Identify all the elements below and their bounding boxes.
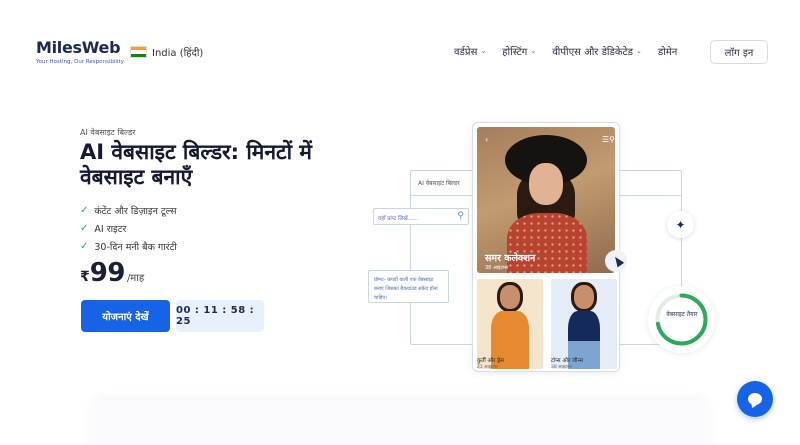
chevron-down-icon: ⌄ xyxy=(480,47,487,55)
product-count: 21 आइटम्स xyxy=(477,365,498,370)
hero-banner-image: ‹ ☰⚲ समर कलेक्शन 38 आइटम्स xyxy=(477,127,615,273)
bottom-section-card xyxy=(90,400,710,445)
prompt-search-box: यहाँ प्रांप्ट लिखें...... ⚲ xyxy=(373,208,469,225)
countdown-timer: 00 : 11 : 58 : 25 xyxy=(176,300,264,332)
view-plans-button[interactable]: योजनाएं देखें xyxy=(81,300,170,332)
chat-button[interactable] xyxy=(737,381,773,417)
product-name: टॉप्स और जीन्स xyxy=(551,358,584,364)
login-button[interactable]: लॉग इन xyxy=(710,40,768,64)
hero-eyebrow: AI वेबसाइट बिल्डर xyxy=(80,128,136,137)
flag-stripe-bottom xyxy=(131,53,146,57)
builder-frame-label: AI वेबसाइट बिल्डर xyxy=(418,180,460,187)
price-value: 99 xyxy=(89,258,126,288)
nav-item-label: वीपीएस और डेडिकेटेड xyxy=(552,47,633,58)
logo-tagline: Your Hosting, Our Responsibility. xyxy=(36,59,125,65)
language-selector[interactable]: India (हिंदी) xyxy=(130,45,203,59)
feature-item: ✓ AI राइटर xyxy=(80,219,177,237)
nav-item-1[interactable]: होस्टिंग ⌄ xyxy=(502,44,536,58)
chat-bubble-icon xyxy=(748,393,762,405)
language-label: India (हिंदी) xyxy=(152,48,204,59)
progress-label: वेबसाइट तैयार xyxy=(666,311,698,318)
phone-top-bar: ‹ ☰⚲ xyxy=(485,135,615,144)
prompt-card: प्रॉम्प्ट- कपड़ों वाली एक वेबसाइट बनाएं … xyxy=(368,270,449,303)
product-model-face xyxy=(500,285,520,309)
nav-item-label: वर्डप्रेस xyxy=(454,47,478,58)
check-icon: ✓ xyxy=(80,204,89,216)
logo-text: MilesWeb xyxy=(36,38,121,57)
dress-pattern xyxy=(507,213,587,273)
search-icon: ⚲ xyxy=(457,211,464,221)
feature-text: कंटेंट और डिज़ाइन टूल्स xyxy=(94,205,177,217)
hero-title: AI वेबसाइट बिल्डर: मिनटों में वेबसाइट बन… xyxy=(80,140,312,189)
feature-text: AI राइटर xyxy=(94,223,127,235)
chevron-down-icon: ⌄ xyxy=(635,47,642,55)
model-face xyxy=(529,163,563,205)
nav-item-label: होस्टिंग xyxy=(502,47,528,58)
back-arrow-icon: ‹ xyxy=(485,135,489,144)
chevron-down-icon: ⌄ xyxy=(530,47,537,55)
hero-caption: समर कलेक्शन xyxy=(485,253,536,264)
feature-text: 30-दिन मनी बैक गारंटी xyxy=(94,241,177,253)
prompt-placeholder: यहाँ प्रांप्ट लिखें...... xyxy=(378,216,419,222)
product-model-face xyxy=(574,285,594,309)
nav-item-3[interactable]: डोमेन xyxy=(658,44,677,58)
product-model-jeans xyxy=(568,341,600,369)
progress-ring: वेबसाइट तैयार xyxy=(648,286,715,353)
nav-item-0[interactable]: वर्डप्रेस ⌄ xyxy=(454,44,486,58)
landing-page: MilesWeb Your Hosting, Our Responsibilit… xyxy=(0,0,800,445)
logo[interactable]: MilesWeb Your Hosting, Our Responsibilit… xyxy=(36,38,125,65)
site-header: MilesWeb Your Hosting, Our Responsibilit… xyxy=(0,0,800,100)
product-name: कुर्ती और ड्रेस xyxy=(477,358,504,364)
check-icon: ✓ xyxy=(80,222,89,234)
nav-item-2[interactable]: वीपीएस और डेडिकेटेड ⌄ xyxy=(552,44,642,58)
price: ₹ 99 /माह xyxy=(80,258,144,288)
feature-item: ✓ 30-दिन मनी बैक गारंटी xyxy=(80,237,177,255)
ai-sparkle-icon: ✦ xyxy=(667,211,694,238)
india-flag-icon xyxy=(130,46,147,58)
phone-mockup: ‹ ☰⚲ समर कलेक्शन 38 आइटम्स कुर्ती और ड्र… xyxy=(472,122,620,372)
price-period: /माह xyxy=(126,273,145,284)
check-icon: ✓ xyxy=(80,240,89,252)
price-currency: ₹ xyxy=(80,269,90,285)
menu-search-icon: ☰⚲ xyxy=(601,135,615,144)
product-count: 38 आइटम्स xyxy=(551,365,572,370)
feature-list: ✓ कंटेंट और डिज़ाइन टूल्स ✓ AI राइटर ✓ 30-दिन… xyxy=(80,201,177,255)
nav-item-label: डोमेन xyxy=(657,47,678,58)
feature-item: ✓ कंटेंट और डिज़ाइन टूल्स xyxy=(80,201,177,219)
main-nav: वर्डप्रेस ⌄ होस्टिंग ⌄ वीपीएस और डेडिकेटेड ⌄ ड… xyxy=(454,44,677,58)
progress-ring-graphic xyxy=(655,293,708,346)
hero-subcaption: 38 आइटम्स xyxy=(485,265,509,271)
